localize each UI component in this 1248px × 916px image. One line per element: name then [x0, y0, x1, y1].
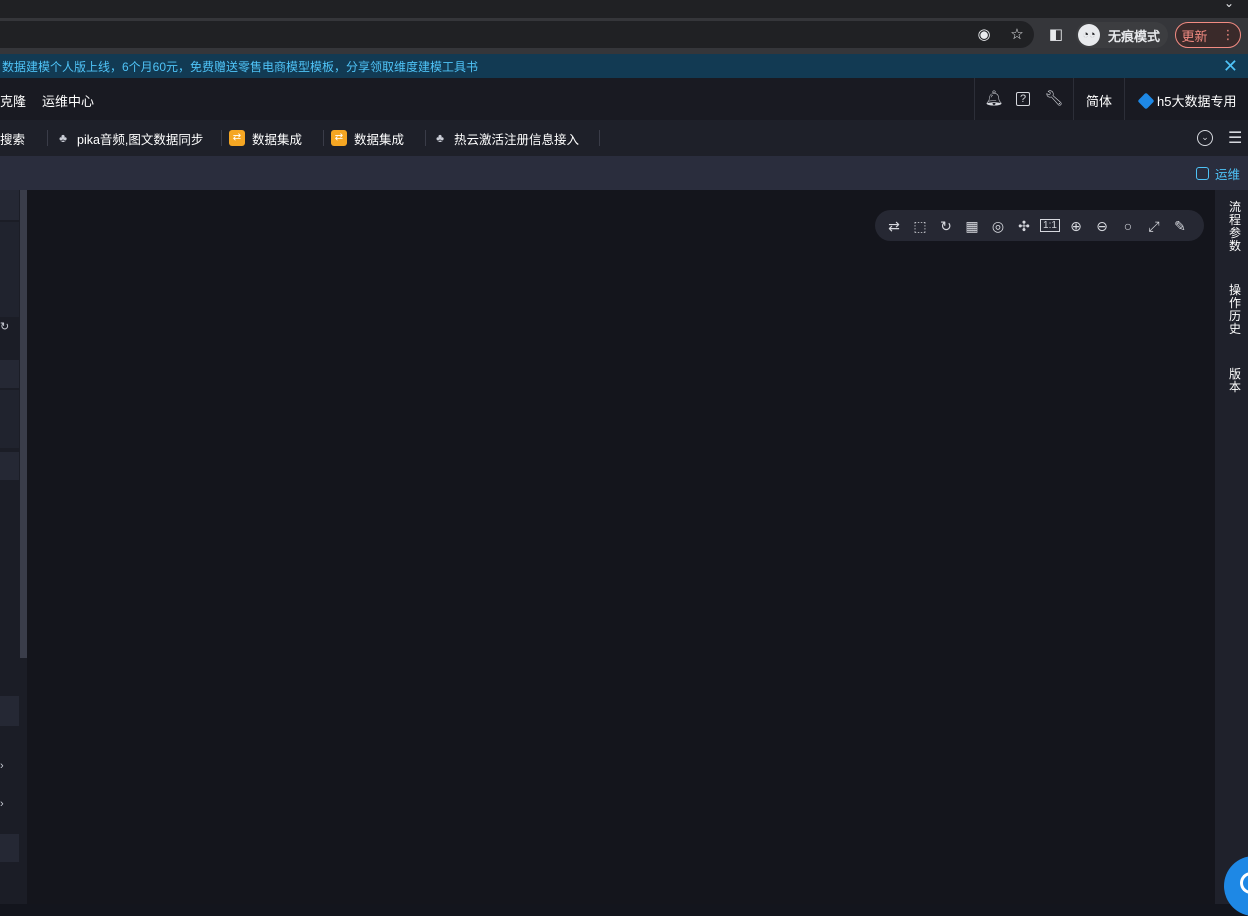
panel-row[interactable] [0, 834, 19, 862]
zoom-in-icon[interactable]: ⊕ [1065, 215, 1087, 237]
panel-header [0, 190, 19, 220]
update-button[interactable]: 更新 ⋮ [1175, 22, 1241, 48]
bell-icon[interactable]: 🔔︎ [983, 88, 1005, 110]
panel-section [0, 390, 19, 448]
zoom-out-icon[interactable]: ⊖ [1091, 215, 1113, 237]
panel-row[interactable] [0, 696, 19, 726]
tab-label: pika音频,图文数据同步 [77, 132, 204, 147]
grid-layout-icon[interactable]: ▦ [961, 215, 983, 237]
flow-icon: ♣︎ [436, 131, 444, 145]
incognito-label: 无痕模式 [1108, 28, 1161, 44]
nav-item-ops-center[interactable]: 运维中心 [42, 91, 94, 110]
language-switch[interactable]: 简体 [1086, 91, 1112, 110]
sub-toolbar: 运维 [0, 156, 1248, 190]
panel-section [0, 222, 19, 317]
browser-tab-strip: ⌄ [0, 0, 1248, 18]
fullscreen-icon[interactable]: ⤢ [1143, 215, 1165, 237]
box-select-icon[interactable]: ⬚ [909, 215, 931, 237]
tab-search-chevron-icon[interactable]: ⌄ [1224, 0, 1234, 10]
tab-label: 搜索 [0, 132, 26, 147]
bookmark-star-icon[interactable]: ☆ [1006, 21, 1028, 48]
workflow-canvas[interactable] [27, 190, 1215, 904]
sync-icon: ⇄ [331, 130, 347, 146]
top-nav: 克隆 运维中心 🔔︎ ? 🔧︎ 简体 h5大数据专用 [0, 78, 1248, 120]
divider [974, 78, 975, 120]
format-icon[interactable]: ✎ [1169, 215, 1191, 237]
project-selector[interactable]: h5大数据专用 [1137, 91, 1237, 110]
tab-label: 数据集成 [354, 132, 405, 147]
tab-divider [599, 130, 600, 146]
tab-divider [47, 130, 48, 146]
item-marker-icon: › [0, 760, 4, 772]
tab-reyun-activation[interactable]: ♣︎ 热云激活注册信息接入 [433, 120, 579, 156]
tab-divider [221, 130, 222, 146]
menu-icon[interactable]: ☰ [1228, 128, 1242, 148]
tab-label: 数据集成 [252, 132, 303, 147]
headset-icon [1240, 872, 1248, 894]
address-bar[interactable]: ◉ ☆ [0, 21, 1034, 48]
ops-icon [1195, 167, 1209, 180]
refresh-icon[interactable]: ↻ [0, 320, 9, 333]
divider [1073, 78, 1074, 120]
panel-scrollbar[interactable] [20, 190, 27, 658]
tab-data-integration-2[interactable]: ⇄ 数据集成 [331, 120, 404, 156]
panel-row[interactable] [0, 452, 19, 480]
tab-label: 热云激活注册信息接入 [454, 132, 580, 147]
tab-pika-sync[interactable]: ♣︎ pika音频,图文数据同步 [56, 120, 203, 156]
chevron-down-circle-icon[interactable]: ⌄ [1197, 130, 1213, 146]
help-icon[interactable]: ? [1012, 88, 1034, 110]
eye-off-icon[interactable]: ◉ [973, 21, 995, 48]
tab-version[interactable]: 版本 [1228, 368, 1242, 394]
fit-icon[interactable]: ✣ [1013, 215, 1035, 237]
flow-icon: ♣︎ [59, 131, 67, 145]
wrench-icon[interactable]: 🔧︎ [1043, 88, 1065, 110]
ops-link[interactable]: 运维 [1195, 164, 1240, 183]
incognito-icon: ◔◔ [1078, 24, 1100, 46]
sync-icon: ⇄ [229, 130, 245, 146]
tab-search[interactable]: 搜索 [0, 120, 25, 156]
tab-process-params[interactable]: 流程参数 [1228, 201, 1242, 253]
search-icon[interactable]: ○ [1117, 215, 1139, 237]
tab-operation-history[interactable]: 操作历史 [1228, 284, 1242, 336]
notice-text[interactable]: 数据建模个人版上线，6个月60元，免费赠送零售电商模型模板，分享领取维度建模工具… [2, 58, 478, 75]
ops-label: 运维 [1214, 168, 1240, 182]
item-marker-icon: › [0, 798, 4, 810]
close-icon[interactable]: ✕ [1223, 55, 1238, 77]
actual-size-icon[interactable]: 1:1 [1039, 215, 1061, 237]
refresh-icon[interactable]: ↻ [935, 215, 957, 237]
canvas-toolbar: ⇄ ⬚ ↻ ▦ ◎ ✣ 1:1 ⊕ ⊖ ○ ⤢ ✎ [875, 210, 1204, 241]
nav-item-clone[interactable]: 克隆 [0, 91, 26, 110]
project-icon [1137, 92, 1155, 109]
side-panel-icon[interactable]: ◧ [1045, 21, 1067, 48]
tab-data-integration-1[interactable]: ⇄ 数据集成 [229, 120, 302, 156]
panel-row[interactable] [0, 360, 19, 388]
update-label: 更新 [1181, 28, 1208, 44]
incognito-badge[interactable]: ◔◔ 无痕模式 [1076, 22, 1168, 48]
notice-banner: 数据建模个人版上线，6个月60元，免费赠送零售电商模型模板，分享领取维度建模工具… [0, 54, 1248, 78]
swap-icon[interactable]: ⇄ [883, 215, 905, 237]
tab-divider [425, 130, 426, 146]
more-vert-icon: ⋮ [1221, 27, 1235, 42]
divider [1124, 78, 1125, 120]
workspace-tab-bar: 搜索 ♣︎ pika音频,图文数据同步 ⇄ 数据集成 ⇄ 数据集成 ♣︎ 热云激… [0, 120, 1248, 156]
tab-divider [323, 130, 324, 146]
project-name: h5大数据专用 [1157, 94, 1237, 109]
center-icon[interactable]: ◎ [987, 215, 1009, 237]
